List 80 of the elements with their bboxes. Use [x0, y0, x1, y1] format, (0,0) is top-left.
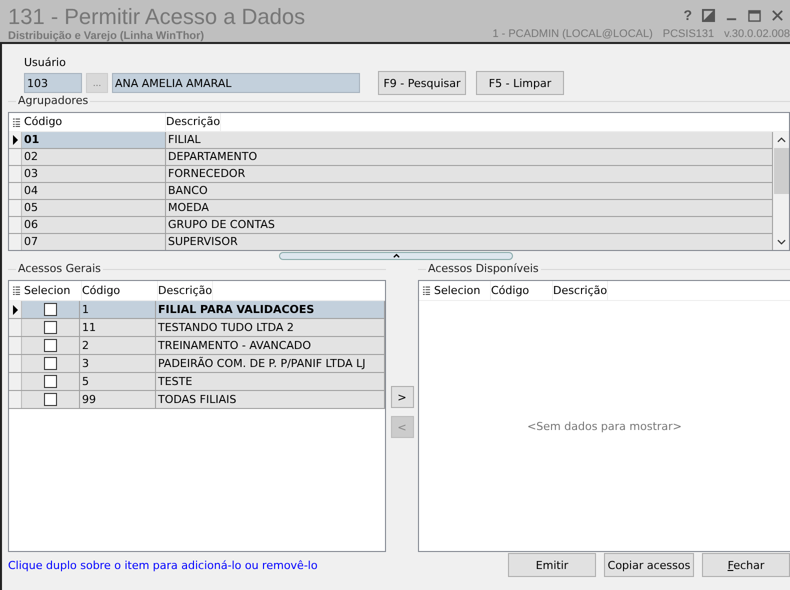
checkbox[interactable]: [44, 357, 57, 370]
footer-button[interactable]: Emitir: [508, 553, 596, 577]
grid-row[interactable]: 04 BANCO: [9, 183, 773, 200]
window-title: 131 - Permitir Acesso a Dados: [8, 4, 306, 30]
grid-row[interactable]: 03 FORNECEDOR: [9, 166, 773, 183]
hint-text: Clique duplo sobre o item para adicioná-lo ou removê-lo: [8, 558, 318, 572]
column-chooser-icon[interactable]: [13, 118, 20, 126]
table-cell: TESTE: [156, 373, 385, 390]
table-cell: 5: [80, 373, 156, 390]
column-header[interactable]: Descrição: [553, 281, 608, 300]
toolbar-button[interactable]: F5 - Limpar: [476, 71, 564, 95]
table-cell: 11: [80, 319, 156, 336]
grid-row[interactable]: 02 DEPARTAMENTO: [9, 149, 773, 166]
user-label: Usuário: [24, 56, 67, 69]
group-title: Agrupadores: [16, 94, 90, 107]
program-label: PCSIS131: [662, 28, 714, 40]
table-cell: 1: [80, 301, 156, 318]
group-title: Acessos Disponíveis: [426, 262, 541, 275]
row-indicator[interactable]: [9, 132, 22, 148]
checkbox[interactable]: [44, 375, 57, 388]
empty-message: <Sem dados para mostrar>: [527, 420, 682, 432]
session-label: 1 - PCADMIN (LOCAL@LOCAL): [492, 28, 653, 40]
table-cell: 04: [22, 183, 166, 199]
column-header[interactable]: Código: [491, 281, 553, 300]
scroll-bar[interactable]: [773, 132, 789, 250]
checkbox[interactable]: [44, 339, 57, 352]
scroll-up-icon[interactable]: [776, 137, 786, 143]
table-cell: FILIAL PARA VALIDACOES: [156, 301, 385, 318]
scroll-down-icon[interactable]: [776, 239, 786, 245]
table-cell: 07: [22, 234, 166, 250]
grid-row[interactable]: 11 TESTANDO TUDO LTDA 2: [9, 319, 385, 337]
table-cell: 02: [22, 149, 166, 165]
toolbar-button[interactable]: F9 - Pesquisar: [378, 71, 466, 95]
column-chooser-icon[interactable]: [13, 286, 20, 295]
move-button[interactable]: >: [390, 386, 414, 408]
column-header[interactable]: Descrição: [166, 113, 222, 131]
footer-button[interactable]: Fechar: [702, 553, 790, 577]
row-pointer-icon: [12, 304, 18, 314]
checkbox[interactable]: [44, 393, 57, 406]
column-header[interactable]: Selecion: [434, 281, 491, 300]
column-header[interactable]: Código: [82, 281, 158, 300]
help-button[interactable]: ?: [683, 7, 692, 23]
table-cell: 05: [22, 200, 166, 216]
grid-row[interactable]: 01 FILIAL: [9, 132, 773, 149]
splitter-handle[interactable]: [279, 252, 513, 260]
grid-row[interactable]: 1 FILIAL PARA VALIDACOES: [9, 301, 385, 319]
row-pointer-icon: [12, 135, 18, 145]
maximize-icon[interactable]: [748, 8, 761, 22]
grid-row[interactable]: 06 GRUPO DE CONTAS: [9, 217, 773, 234]
restore-icon[interactable]: [702, 8, 715, 22]
grid-row[interactable]: 5 TESTE: [9, 373, 385, 391]
table-cell: TODAS FILIAIS: [156, 391, 385, 408]
user-code-field[interactable]: 103: [24, 73, 82, 93]
column-chooser-icon[interactable]: [423, 286, 430, 295]
version-label: v.30.0.02.008: [724, 28, 790, 40]
table-cell: 01: [22, 132, 166, 148]
table-cell: TREINAMENTO - AVANCADO: [156, 337, 385, 354]
user-name-field[interactable]: ANA AMELIA AMARAL: [112, 73, 360, 93]
row-indicator[interactable]: [9, 301, 22, 318]
grid-row[interactable]: 2 TREINAMENTO - AVANCADO: [9, 337, 385, 355]
table-cell: 06: [22, 217, 166, 233]
grid-row[interactable]: 07 SUPERVISOR: [9, 234, 773, 250]
table-cell: TESTANDO TUDO LTDA 2: [156, 319, 385, 336]
footer-button[interactable]: Copiar acessos: [604, 553, 694, 577]
table-cell: PADEIRÃO COM. DE P. P/PANIF LTDA LJ: [156, 355, 385, 372]
table-cell: 03: [22, 166, 166, 182]
window-subtitle: Distribuição e Varejo (Linha WinThor): [8, 30, 206, 42]
table-cell: 3: [80, 355, 156, 372]
table-cell: 2: [80, 337, 156, 354]
grid-row[interactable]: 3 PADEIRÃO COM. DE P. P/PANIF LTDA LJ: [9, 355, 385, 373]
checkbox[interactable]: [44, 303, 57, 316]
column-header[interactable]: Selecion: [24, 281, 82, 300]
grid-row[interactable]: 05 MOEDA: [9, 200, 773, 217]
close-icon[interactable]: [771, 8, 784, 22]
checkbox[interactable]: [44, 321, 57, 334]
column-header[interactable]: Descrição: [158, 281, 214, 300]
column-header[interactable]: Código: [24, 113, 166, 131]
group-title: Acessos Gerais: [16, 262, 103, 275]
grid-row[interactable]: 99 TODAS FILIAIS: [9, 391, 385, 409]
table-cell: 99: [80, 391, 156, 408]
